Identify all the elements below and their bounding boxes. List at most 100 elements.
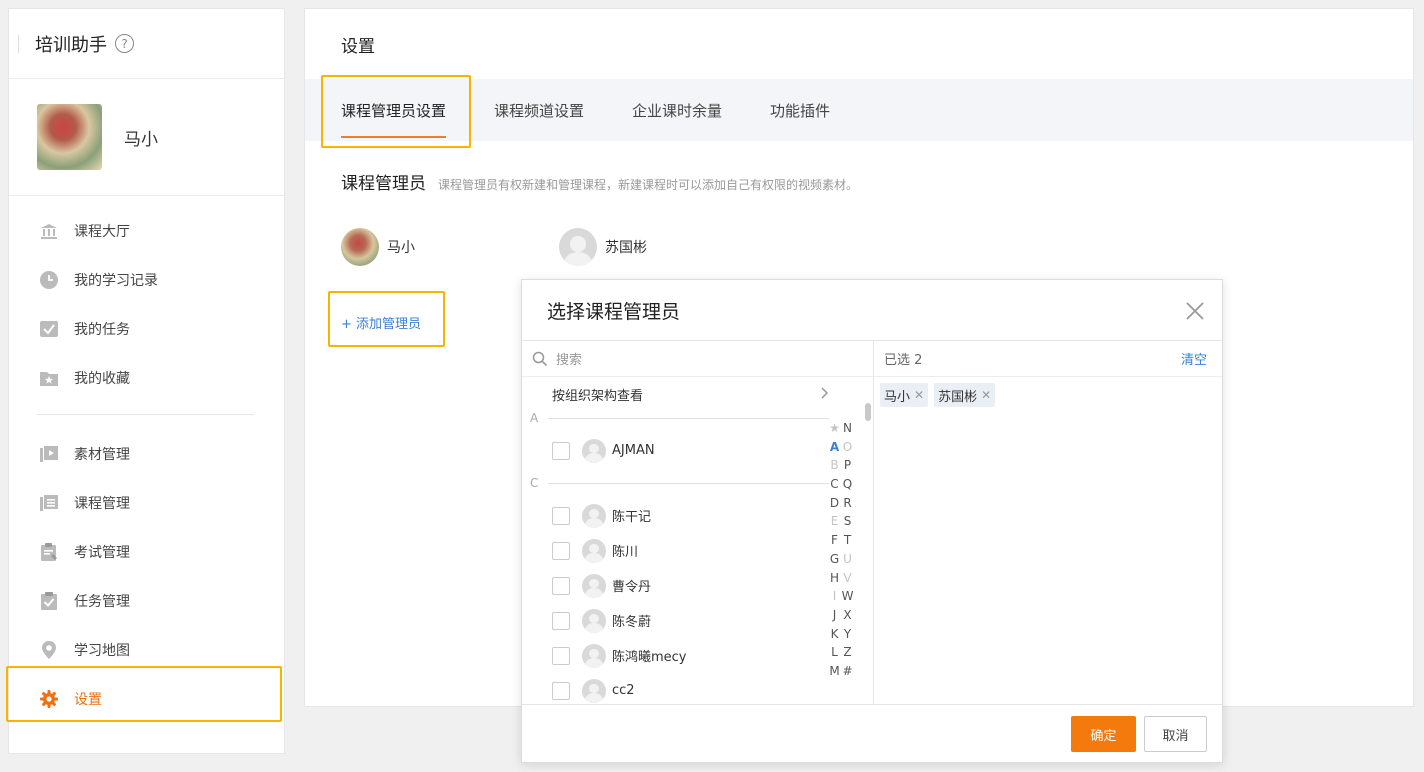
chevron-right-icon <box>819 387 829 399</box>
sidebar-item-label: 课程管理 <box>74 495 130 512</box>
list-item[interactable]: AJMAN <box>522 433 873 468</box>
course-list-icon <box>39 493 59 513</box>
index-letter[interactable]: P <box>841 458 854 477</box>
checkbox[interactable] <box>552 611 570 630</box>
index-letter[interactable]: F <box>828 533 841 552</box>
index-letter[interactable]: B <box>828 458 841 477</box>
checkbox[interactable] <box>552 576 570 595</box>
dialog-header: 选择课程管理员 <box>522 280 1222 341</box>
default-avatar-icon <box>582 573 606 598</box>
org-structure-label: 按组织架构查看 <box>552 388 644 404</box>
admin-name: 马小 <box>387 240 415 256</box>
index-letter[interactable]: Q <box>841 477 854 496</box>
index-letter[interactable]: M <box>828 664 841 683</box>
index-letter[interactable]: G <box>828 552 841 571</box>
sidebar-item-label: 学习地图 <box>74 642 130 659</box>
index-letter[interactable]: V <box>841 571 854 590</box>
close-icon[interactable] <box>1184 300 1206 322</box>
tab-course-hours[interactable]: 企业课时余量 <box>632 79 722 141</box>
avatar[interactable] <box>37 104 102 170</box>
tab-course-channel[interactable]: 课程频道设置 <box>494 79 584 141</box>
index-letter[interactable]: K <box>828 627 841 646</box>
scrollbar[interactable] <box>865 403 871 421</box>
sidebar-item-material-mgmt[interactable]: 素材管理 <box>9 429 284 478</box>
clear-button[interactable]: 清空 <box>1181 349 1207 368</box>
index-letter[interactable]: ★ <box>828 421 841 440</box>
tab-course-admin[interactable]: 课程管理员设置 <box>341 79 447 141</box>
default-avatar-icon <box>582 608 606 633</box>
gear-icon <box>39 689 59 709</box>
org-structure-link[interactable]: 按组织架构查看 <box>522 377 873 411</box>
task-clipboard-icon <box>39 591 59 611</box>
sidebar-item-learning-map[interactable]: 学习地图 <box>9 625 284 674</box>
default-avatar-icon <box>582 538 606 563</box>
sidebar-item-exam-mgmt[interactable]: 考试管理 <box>9 527 284 576</box>
list-item[interactable]: 陈川 <box>522 533 873 568</box>
search-icon <box>532 351 548 367</box>
index-letter[interactable]: I <box>828 589 841 608</box>
dialog-title: 选择课程管理员 <box>547 300 681 323</box>
index-letter[interactable]: W <box>841 589 854 608</box>
list-item[interactable]: 陈干记 <box>522 498 873 533</box>
list-item[interactable]: 曹令丹 <box>522 568 873 603</box>
list-item[interactable]: 陈冬蔚 <box>522 603 873 638</box>
selected-header: 已选 2 清空 <box>874 341 1222 377</box>
help-icon[interactable]: ? <box>115 34 134 53</box>
sidebar-item-course-mgmt[interactable]: 课程管理 <box>9 478 284 527</box>
index-letter[interactable]: R <box>841 496 854 515</box>
default-avatar-icon <box>582 643 606 668</box>
sidebar-item-label: 考试管理 <box>74 544 130 561</box>
index-letter[interactable]: L <box>828 645 841 664</box>
dialog-footer: 确定 取消 <box>522 704 1222 762</box>
sidebar-item-settings[interactable]: 设置 <box>9 674 284 723</box>
list-item[interactable]: cc2 <box>522 673 873 704</box>
checkbox[interactable] <box>552 541 570 560</box>
remove-icon[interactable]: ✕ <box>914 388 924 402</box>
checkbox[interactable] <box>552 441 570 460</box>
index-letter[interactable]: Z <box>841 645 854 664</box>
index-letter[interactable]: D <box>828 496 841 515</box>
index-letter[interactable]: C <box>828 477 841 496</box>
index-letter[interactable]: H <box>828 571 841 590</box>
chip-label: 苏国彬 <box>938 389 978 405</box>
admin-name: 苏国彬 <box>605 240 647 256</box>
sidebar-item-my-tasks[interactable]: 我的任务 <box>9 304 284 353</box>
sidebar-item-task-mgmt[interactable]: 任务管理 <box>9 576 284 625</box>
index-letter[interactable]: Y <box>841 627 854 646</box>
index-letter[interactable]: S <box>841 514 854 533</box>
nav-divider <box>37 414 254 415</box>
index-letter[interactable]: N <box>841 421 854 440</box>
confirm-button[interactable]: 确定 <box>1071 716 1136 752</box>
sidebar-item-label: 设置 <box>74 691 102 708</box>
sidebar-item-favorites[interactable]: 我的收藏 <box>9 353 284 402</box>
index-letter[interactable]: X <box>841 608 854 627</box>
index-letter[interactable]: A <box>828 440 841 459</box>
search-box[interactable]: 搜索 <box>522 341 873 377</box>
chip-label: 马小 <box>884 389 911 405</box>
selected-chip: 马小 ✕ <box>880 383 929 407</box>
bank-icon <box>39 221 59 241</box>
sidebar-item-label: 我的学习记录 <box>74 272 158 289</box>
index-letter[interactable]: T <box>841 533 854 552</box>
add-admin-link[interactable]: + 添加管理员 <box>341 313 421 332</box>
index-letter[interactable]: U <box>841 552 854 571</box>
section-description: 课程管理员有权新建和管理课程，新建课程时可以添加自己有权限的视频素材。 <box>438 178 859 192</box>
remove-icon[interactable]: ✕ <box>981 388 991 402</box>
cancel-button[interactable]: 取消 <box>1144 716 1207 752</box>
person-name: 陈干记 <box>612 510 652 525</box>
list-item[interactable]: 陈鸿曦mecy <box>522 638 873 673</box>
user-name: 马小 <box>124 129 158 150</box>
index-letter[interactable]: O <box>841 440 854 459</box>
checkbox[interactable] <box>552 646 570 665</box>
default-avatar-icon <box>559 228 597 266</box>
sidebar-item-learning-record[interactable]: 我的学习记录 <box>9 255 284 304</box>
index-letter[interactable]: # <box>841 664 854 683</box>
index-letter[interactable]: E <box>828 514 841 533</box>
checkbox[interactable] <box>552 506 570 525</box>
tab-plugins[interactable]: 功能插件 <box>770 79 830 141</box>
search-input[interactable]: 搜索 <box>556 349 582 368</box>
checkbox[interactable] <box>552 681 570 700</box>
index-letter[interactable]: J <box>828 608 841 627</box>
sidebar-item-label: 我的任务 <box>74 321 130 338</box>
sidebar-item-course-hall[interactable]: 课程大厅 <box>9 206 284 255</box>
